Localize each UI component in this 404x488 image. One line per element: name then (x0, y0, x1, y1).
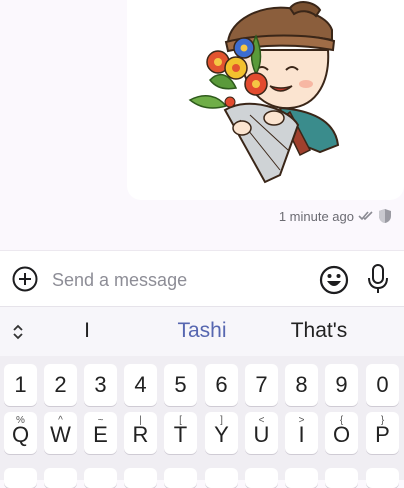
suggestion-word[interactable]: That's (274, 319, 364, 343)
key-row3-partial[interactable] (366, 468, 399, 488)
key-7[interactable]: 7 (245, 364, 278, 406)
plus-circle-icon[interactable] (12, 266, 38, 292)
message-timestamp: 1 minute ago (278, 208, 354, 224)
key-row3-partial[interactable] (205, 468, 238, 488)
double-check-icon (358, 211, 373, 221)
microphone-icon[interactable] (366, 263, 390, 295)
key-3[interactable]: 3 (84, 364, 117, 406)
key-w[interactable]: ^ W (44, 412, 77, 454)
shield-icon (379, 209, 391, 223)
key-5[interactable]: 5 (164, 364, 197, 406)
key-row3-partial[interactable] (4, 468, 37, 488)
key-6[interactable]: 6 (205, 364, 238, 406)
key-e[interactable]: ~ E (84, 412, 117, 454)
key-q[interactable]: % Q (4, 412, 37, 454)
suggestion-word[interactable]: I (72, 319, 102, 343)
conversation-area: 1 minute ago (0, 0, 404, 250)
key-row3-partial[interactable] (245, 468, 278, 488)
key-row3-partial[interactable] (325, 468, 358, 488)
key-row3-partial[interactable] (124, 468, 157, 488)
message-composer (0, 250, 404, 307)
key-row3-partial[interactable] (84, 468, 117, 488)
key-i[interactable]: > I (285, 412, 318, 454)
chevron-updown-icon[interactable] (10, 322, 26, 342)
key-8[interactable]: 8 (285, 364, 318, 406)
key-row3-partial[interactable] (285, 468, 318, 488)
on-screen-keyboard: 1 2 3 4 5 6 7 8 9 0 % Q ^ W ~ E | R [T ] Y < U… (0, 356, 404, 488)
key-t[interactable]: [T (164, 412, 197, 454)
emoji-icon[interactable] (319, 265, 349, 295)
key-p[interactable]: } P (366, 412, 399, 454)
key-row3-partial[interactable] (44, 468, 77, 488)
key-r[interactable]: | R (124, 412, 157, 454)
key-o[interactable]: {O (325, 412, 358, 454)
key-2[interactable]: 2 (44, 364, 77, 406)
message-input[interactable] (50, 265, 304, 295)
keyboard-suggestions-bar: I Tashi That's (0, 306, 404, 357)
key-y[interactable]: ] Y (205, 412, 238, 454)
suggestion-word[interactable]: Tashi (160, 319, 244, 343)
key-0[interactable]: 0 (366, 364, 399, 406)
message-meta: 1 minute ago (279, 206, 392, 226)
key-u[interactable]: < U (245, 412, 278, 454)
key-1[interactable]: 1 (4, 364, 37, 406)
key-row3-partial[interactable] (164, 468, 197, 488)
sticker-image[interactable] (170, 0, 404, 200)
key-9[interactable]: 9 (325, 364, 358, 406)
key-4[interactable]: 4 (124, 364, 157, 406)
